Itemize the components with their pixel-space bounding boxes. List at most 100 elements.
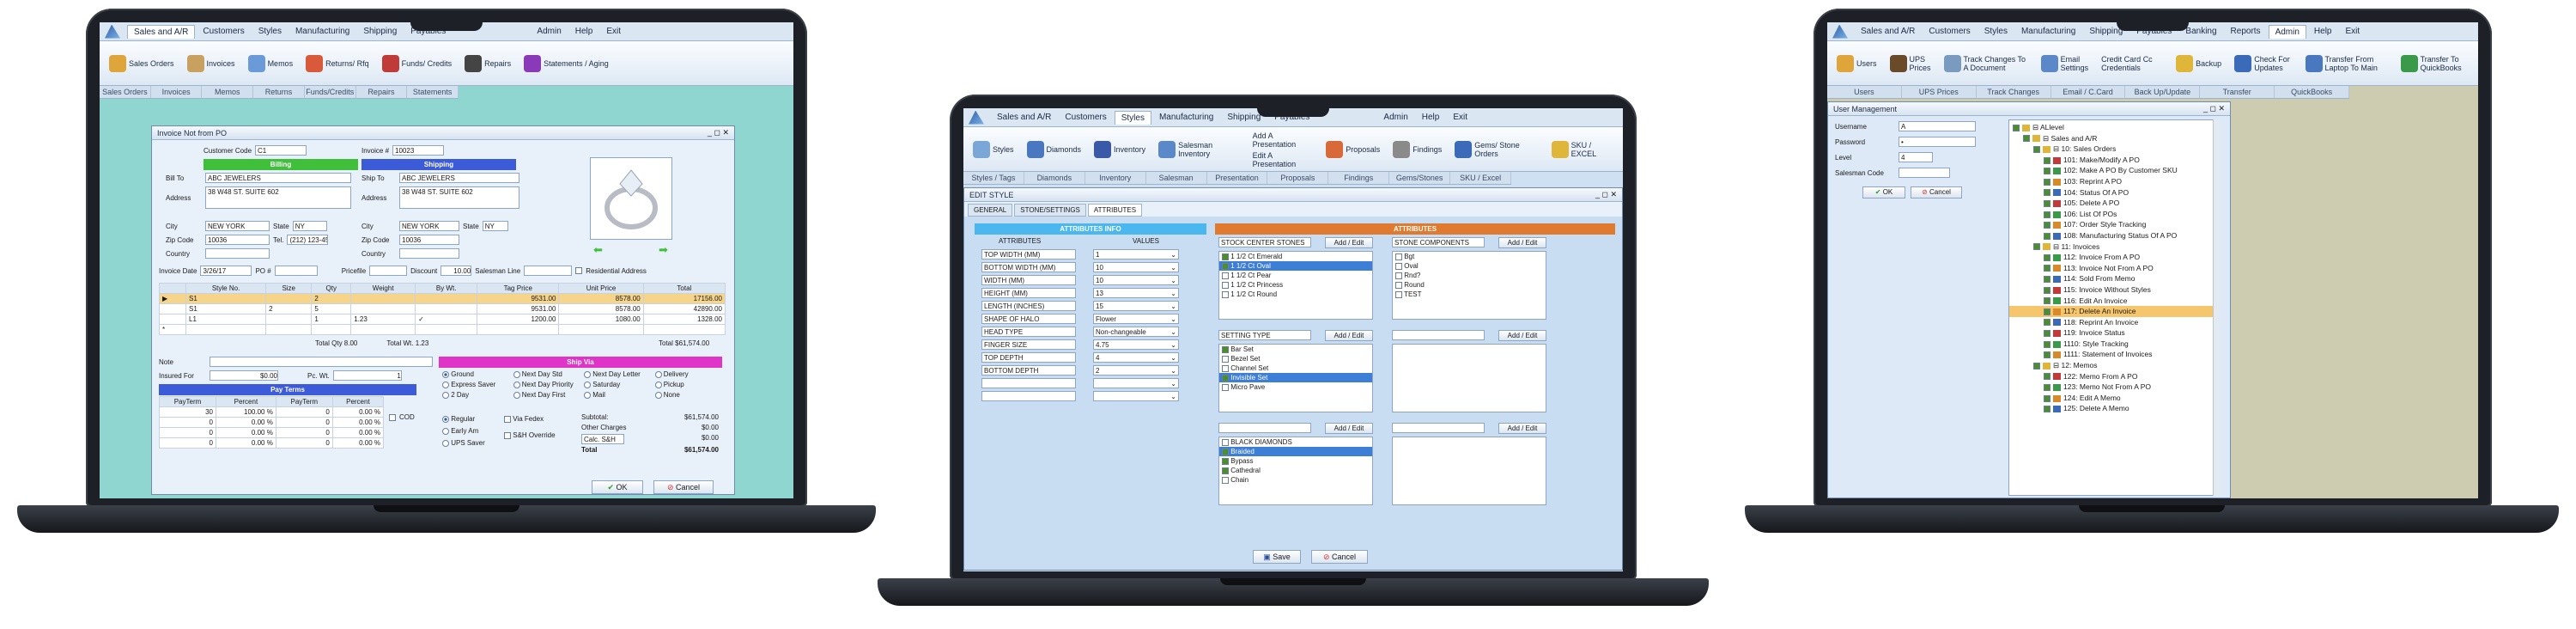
stone-components-add-edit-button[interactable]: Add / Edit bbox=[1498, 237, 1546, 248]
list-item[interactable]: Cathedral bbox=[1219, 466, 1372, 475]
table-row[interactable]: ▶ S1 2 9531.00 8578.00 17156.00 bbox=[158, 293, 726, 304]
tree-node[interactable]: 117: Delete An Invoice bbox=[2009, 306, 2218, 317]
check-updates-button[interactable]: Check For Updates bbox=[2230, 44, 2296, 82]
ups-prices-button[interactable]: UPS Prices bbox=[1886, 44, 1935, 82]
table-row[interactable]: * bbox=[158, 324, 726, 335]
window-controls[interactable]: _ ◻ ✕ bbox=[2203, 104, 2225, 113]
radio-button[interactable] bbox=[654, 381, 662, 388]
node-checkbox[interactable] bbox=[2044, 189, 2050, 197]
ship-via-option[interactable]: Express Saver bbox=[442, 381, 513, 388]
item-checkbox[interactable] bbox=[1222, 457, 1229, 465]
password-input[interactable]: • bbox=[1899, 137, 1976, 147]
ship-via-option[interactable]: Mail bbox=[584, 391, 655, 399]
item-checkbox[interactable] bbox=[1222, 467, 1229, 474]
attr-add-edit-button[interactable]: Add / Edit bbox=[1498, 330, 1546, 341]
bill-country-input[interactable] bbox=[205, 248, 270, 259]
menu-help[interactable]: Help bbox=[569, 25, 599, 38]
node-checkbox[interactable] bbox=[2044, 384, 2050, 391]
radio-button[interactable] bbox=[654, 391, 662, 399]
salesman-code-input[interactable] bbox=[1899, 168, 1950, 178]
node-checkbox[interactable] bbox=[2033, 243, 2040, 251]
list-item[interactable]: Bar Set bbox=[1219, 345, 1372, 354]
save-button[interactable]: ▣ Save bbox=[1253, 550, 1301, 564]
node-checkbox[interactable] bbox=[2044, 265, 2050, 272]
ship-speed-option[interactable]: Regular bbox=[442, 415, 475, 423]
attribute-value-select[interactable]: 10 ⌄ bbox=[1093, 262, 1179, 272]
menu-sales[interactable]: Sales and A/R bbox=[991, 111, 1057, 124]
tree-node[interactable]: ⊟ ALlevel bbox=[2009, 122, 2218, 133]
table-cell[interactable]: 0.00 % bbox=[215, 437, 276, 449]
menu-reports[interactable]: Reports bbox=[2225, 25, 2267, 38]
node-checkbox[interactable] bbox=[2044, 394, 2050, 402]
attribute-row[interactable]: HEAD TYPE Non-changeable ⌄ bbox=[981, 327, 1205, 339]
ship-via-option[interactable]: Pickup bbox=[654, 381, 726, 388]
attribute-name[interactable]: WIDTH (MM) bbox=[981, 275, 1076, 285]
attr-add-edit-button[interactable]: Add / Edit bbox=[1498, 423, 1546, 434]
transfer-quickbooks-button[interactable]: Transfer To QuickBooks bbox=[2397, 44, 2473, 82]
table-cell[interactable]: 0.00 % bbox=[331, 427, 385, 438]
cancel-button[interactable]: ⊘ Cancel bbox=[1311, 550, 1368, 564]
attribute-name[interactable]: TOP WIDTH (MM) bbox=[981, 249, 1076, 260]
diamonds-button[interactable]: Diamonds bbox=[1023, 130, 1086, 168]
item-checkbox[interactable] bbox=[1395, 253, 1402, 260]
table-row[interactable]: L1 1 1.23 ✓ 1200.00 1080.00 1328.00 bbox=[158, 314, 726, 325]
list-item[interactable]: BLACK DIAMONDS bbox=[1219, 437, 1372, 447]
invoice-number-input[interactable]: 10023 bbox=[392, 145, 445, 156]
ship-via-option[interactable]: None bbox=[654, 391, 726, 399]
attribute-value-select[interactable]: 15 ⌄ bbox=[1093, 301, 1179, 311]
tree-node[interactable]: 114: Sold From Memo bbox=[2009, 273, 2218, 284]
list-item[interactable]: Chain bbox=[1219, 475, 1372, 485]
stock-center-add-edit-button[interactable]: Add / Edit bbox=[1325, 237, 1373, 248]
node-checkbox[interactable] bbox=[2044, 156, 2050, 164]
inventory-button[interactable]: Inventory bbox=[1090, 130, 1150, 168]
node-checkbox[interactable] bbox=[2044, 276, 2050, 284]
attribute-name[interactable]: HEIGHT (MM) bbox=[981, 288, 1076, 298]
tree-node[interactable]: 106: List Of POs bbox=[2009, 209, 2218, 220]
transfer-laptop-button[interactable]: Transfer From Laptop To Main bbox=[2301, 44, 2392, 82]
tree-node[interactable]: 102: Make A PO By Customer SKU bbox=[2009, 165, 2218, 176]
menu-customers[interactable]: Customers bbox=[1923, 25, 1976, 38]
invoices-button[interactable]: Invoices bbox=[183, 44, 240, 82]
list-item[interactable]: TEST bbox=[1393, 290, 1546, 299]
table-row[interactable]: 0 0.00 % 0 0.00 % bbox=[159, 427, 385, 438]
salesman-inventory-button[interactable]: Salesman Inventory bbox=[1154, 130, 1244, 168]
attribute-value-select[interactable]: 4 ⌄ bbox=[1093, 352, 1179, 363]
menu-sales[interactable]: Sales and A/R bbox=[1855, 25, 1921, 38]
attribute-row[interactable]: LENGTH (INCHES) 15 ⌄ bbox=[981, 301, 1205, 314]
menu-exit[interactable]: Exit bbox=[600, 25, 627, 38]
node-checkbox[interactable] bbox=[2044, 222, 2050, 229]
radio-button[interactable] bbox=[442, 415, 449, 423]
ship-address-input[interactable]: 38 W48 ST. SUITE 602 bbox=[399, 186, 519, 209]
table-cell[interactable]: 0 bbox=[159, 417, 216, 428]
attribute-name[interactable] bbox=[981, 378, 1076, 388]
menu-admin[interactable]: Admin bbox=[531, 25, 567, 38]
tree-node[interactable]: 112: Invoice From A PO bbox=[2009, 252, 2218, 263]
ship-via-option[interactable]: Next Day First bbox=[513, 391, 585, 399]
ship-country-input[interactable] bbox=[399, 248, 459, 259]
attribute-name[interactable]: FINGER SIZE bbox=[981, 339, 1076, 350]
table-row[interactable]: 0 0.00 % 0 0.00 % bbox=[159, 437, 385, 449]
ship-speed-option[interactable]: Early Am bbox=[442, 427, 478, 435]
node-checkbox[interactable] bbox=[2044, 232, 2050, 240]
stone-components-list[interactable]: Bgt Oval Rnd? Round TEST bbox=[1392, 251, 1546, 320]
radio-button[interactable] bbox=[584, 370, 591, 378]
attribute-row[interactable]: TOP DEPTH 4 ⌄ bbox=[981, 352, 1205, 365]
table-cell[interactable]: 0.00 % bbox=[331, 417, 385, 428]
list-item[interactable]: Oval bbox=[1393, 261, 1546, 271]
customer-code-input[interactable]: C1 bbox=[255, 145, 307, 156]
list-item[interactable]: 1 1/2 Ct Emerald bbox=[1219, 252, 1372, 261]
username-input[interactable]: A bbox=[1899, 121, 1976, 131]
table-cell[interactable]: 0 bbox=[275, 417, 333, 428]
permissions-tree[interactable]: ⊟ ALlevel ⊟ Sales and A/R ⊟ 10: Sales Orde… bbox=[2008, 119, 2219, 496]
item-checkbox[interactable] bbox=[1395, 272, 1402, 279]
ship-state-input[interactable]: NY bbox=[482, 221, 508, 231]
node-checkbox[interactable] bbox=[2033, 145, 2040, 153]
ok-button[interactable]: ✔ OK bbox=[1862, 186, 1905, 198]
item-checkbox[interactable] bbox=[1222, 262, 1229, 270]
funds-button[interactable]: Funds/ Credits bbox=[378, 44, 457, 82]
list-item[interactable]: Invisible Set bbox=[1219, 373, 1372, 382]
repairs-button[interactable]: Repairs bbox=[460, 44, 515, 82]
level-select[interactable]: 4 bbox=[1899, 152, 1933, 162]
node-checkbox[interactable] bbox=[2044, 199, 2050, 207]
attribute-row[interactable]: HEIGHT (MM) 13 ⌄ bbox=[981, 288, 1205, 301]
